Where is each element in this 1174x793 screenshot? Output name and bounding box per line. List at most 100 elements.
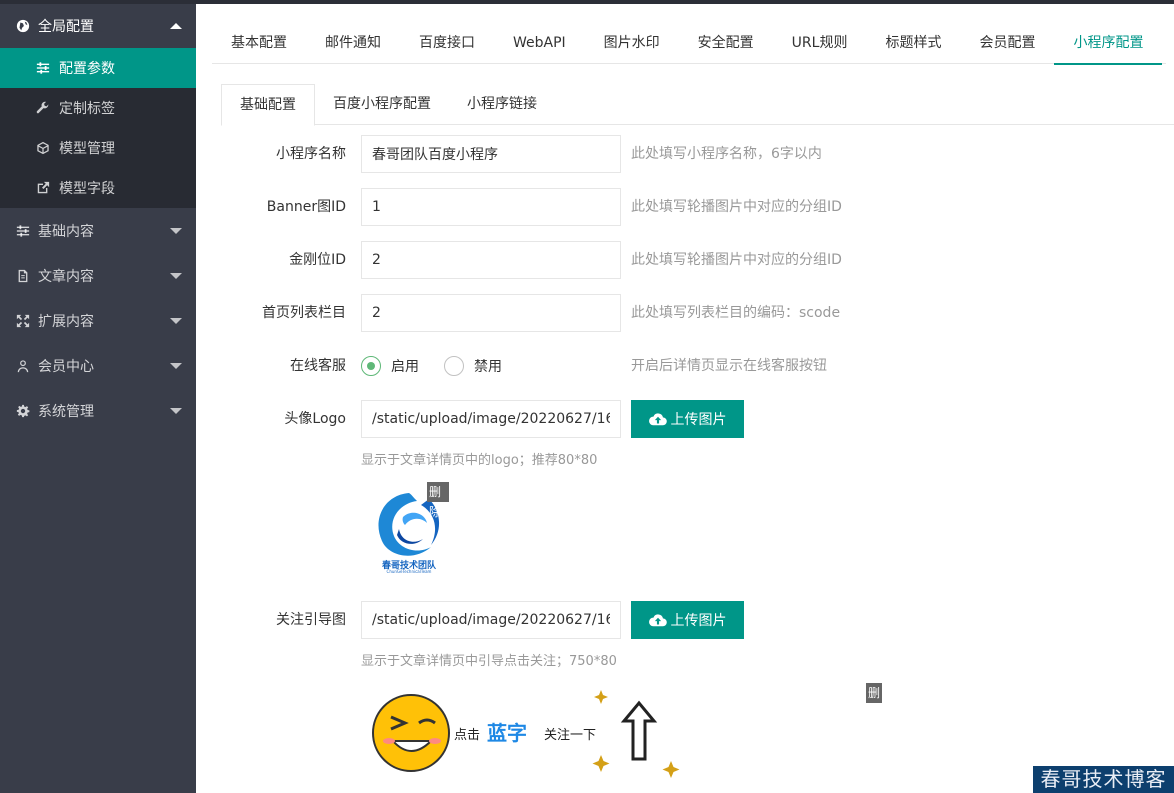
- upload-button-label: 上传图片: [670, 613, 727, 629]
- field-label: 在线客服: [290, 358, 346, 374]
- sidebar-group-article-content[interactable]: 文章内容: [0, 253, 196, 298]
- chevron-up-icon: [170, 23, 182, 29]
- field-label: 首页列表栏目: [262, 305, 346, 321]
- follow-delete-button[interactable]: 删除: [866, 683, 883, 720]
- field-label: 金刚位ID: [289, 252, 346, 268]
- sidebar-item-label: 模型字段: [59, 181, 115, 197]
- sliders-icon: [16, 224, 30, 238]
- logo-path-input[interactable]: [361, 400, 621, 438]
- subtab-miniprogram-links[interactable]: 小程序链接: [449, 84, 555, 125]
- sidebar-group-label: 基础内容: [38, 223, 94, 240]
- logo-upload-button[interactable]: 上传图片: [631, 400, 744, 438]
- logo-delete-button[interactable]: 删除: [427, 482, 449, 519]
- tab-image-watermark[interactable]: 图片水印: [585, 22, 679, 64]
- follow-guide-thumbnail: 点击 蓝字 关注一下 删除: [371, 683, 883, 783]
- expand-icon: [16, 314, 30, 328]
- sidebar-group-label: 系统管理: [38, 403, 94, 420]
- logo-help: 显示于文章详情页中的logo；推荐80*80: [361, 453, 598, 468]
- tab-webapi[interactable]: WebAPI: [494, 22, 585, 64]
- tab-mail-notify[interactable]: 邮件通知: [306, 22, 400, 64]
- sidebar: 全局配置 配置参数 定制标签 模型管理 模型字段 基础内容 文章内容 扩展内容 …: [0, 0, 196, 793]
- follow-upload-button[interactable]: 上传图片: [631, 601, 744, 639]
- cloud-upload-icon: [648, 413, 667, 426]
- subtab-baidu-miniprogram[interactable]: 百度小程序配置: [315, 84, 449, 125]
- sidebar-item-label: 定制标签: [59, 101, 115, 117]
- field-tip: 开启后详情页显示在线客服按钮: [631, 358, 827, 374]
- banner-id-input[interactable]: [361, 188, 621, 226]
- sub-tabs: 基础配置 百度小程序配置 小程序链接: [221, 84, 1174, 126]
- sidebar-group-global-config[interactable]: 全局配置: [0, 4, 196, 48]
- upload-button-label: 上传图片: [670, 412, 727, 428]
- chevron-down-icon: [170, 407, 182, 414]
- radio-label: 启用: [391, 359, 419, 375]
- sidebar-item-label: 模型管理: [59, 141, 115, 157]
- tab-member-config[interactable]: 会员配置: [960, 22, 1054, 64]
- sidebar-group-label: 全局配置: [38, 19, 94, 35]
- sidebar-item-custom-tags[interactable]: 定制标签: [0, 88, 196, 128]
- form-row-banner: Banner图ID 此处填写轮播图片中对应的分组ID: [196, 188, 1174, 226]
- radio-circle: [444, 356, 464, 376]
- config-tabs: 基本配置 邮件通知 百度接口 WebAPI 图片水印 安全配置 URL规则 标题…: [212, 22, 1166, 65]
- subtab-basic-config[interactable]: 基础配置: [221, 84, 315, 126]
- form-row-name: 小程序名称 此处填写小程序名称，6字以内: [196, 135, 1174, 173]
- gear-icon: [16, 404, 30, 418]
- main-content: 基本配置 邮件通知 百度接口 WebAPI 图片水印 安全配置 URL规则 标题…: [196, 0, 1174, 793]
- cube-icon: [36, 141, 50, 155]
- blog-watermark: 春哥技术博客: [1033, 766, 1174, 793]
- sidebar-item-config-params[interactable]: 配置参数: [0, 48, 196, 88]
- tab-baidu-api[interactable]: 百度接口: [400, 22, 494, 64]
- sidebar-group-label: 扩展内容: [38, 313, 94, 330]
- tab-basic-config[interactable]: 基本配置: [212, 22, 306, 64]
- service-enable-radio[interactable]: 启用: [361, 347, 419, 385]
- chevron-down-icon: [170, 227, 182, 234]
- sliders-icon: [36, 61, 50, 75]
- field-label: 小程序名称: [276, 146, 346, 162]
- miniprogram-name-input[interactable]: [361, 135, 621, 173]
- form-row-homelist: 首页列表栏目 此处填写列表栏目的编码：scode: [196, 294, 1174, 332]
- logo-thumbnail: 春哥技术团队 ChunGeTechnicalTeam 删除: [369, 482, 449, 575]
- form-row-follow: 关注引导图 上传图片: [196, 601, 1174, 639]
- radio-circle: [361, 356, 381, 376]
- document-icon: [16, 269, 30, 283]
- sidebar-group-label: 会员中心: [38, 358, 94, 375]
- sidebar-item-label: 配置参数: [59, 61, 115, 77]
- guide-text-bluewords: 蓝字: [487, 721, 527, 745]
- sidebar-group-label: 文章内容: [38, 268, 94, 285]
- guide-text-follow: 关注一下: [544, 728, 597, 743]
- jingang-id-input[interactable]: [361, 241, 621, 279]
- follow-help: 显示于文章详情页中引导点击关注；750*80: [361, 654, 617, 669]
- wrench-icon: [36, 101, 50, 115]
- follow-path-input[interactable]: [361, 601, 621, 639]
- globe-icon: [16, 19, 30, 33]
- sidebar-group-extended-content[interactable]: 扩展内容: [0, 298, 196, 343]
- homelist-column-input[interactable]: [361, 294, 621, 332]
- sidebar-item-model-fields[interactable]: 模型字段: [0, 168, 196, 208]
- chevron-down-icon: [170, 317, 182, 324]
- field-tip: 此处填写列表栏目的编码：scode: [631, 305, 841, 321]
- sidebar-group-member-center[interactable]: 会员中心: [0, 343, 196, 388]
- service-disable-radio[interactable]: 禁用: [444, 347, 502, 385]
- field-tip: 此处填写小程序名称，6字以内: [631, 146, 822, 162]
- tab-security-config[interactable]: 安全配置: [679, 22, 773, 64]
- form-row-service: 在线客服 启用 禁用 开启后详情页显示在线客服按钮: [196, 347, 1174, 385]
- sidebar-children: 配置参数 定制标签 模型管理 模型字段: [0, 48, 196, 208]
- radio-label: 禁用: [474, 359, 502, 375]
- main-topbar: [196, 0, 1174, 4]
- tab-url-rules[interactable]: URL规则: [773, 22, 867, 64]
- chevron-down-icon: [170, 272, 182, 279]
- external-link-icon: [36, 181, 50, 195]
- cloud-upload-icon: [648, 614, 667, 627]
- sidebar-group-basic-content[interactable]: 基础内容: [0, 208, 196, 253]
- tab-miniprogram-config[interactable]: 小程序配置: [1054, 22, 1163, 65]
- field-tip: 此处填写轮播图片中对应的分组ID: [631, 252, 842, 268]
- field-label: 头像Logo: [284, 411, 346, 427]
- logo-image-subtext: ChunGeTechnicalTeam: [386, 569, 432, 574]
- sidebar-item-model-manage[interactable]: 模型管理: [0, 128, 196, 168]
- form-row-logo: 头像Logo 上传图片: [196, 400, 1174, 438]
- field-label: Banner图ID: [266, 199, 346, 215]
- tab-title-style[interactable]: 标题样式: [866, 22, 960, 64]
- guide-text-click: 点击: [454, 728, 481, 743]
- field-label: 关注引导图: [276, 612, 346, 628]
- chevron-down-icon: [170, 362, 182, 369]
- sidebar-group-system-manage[interactable]: 系统管理: [0, 388, 196, 433]
